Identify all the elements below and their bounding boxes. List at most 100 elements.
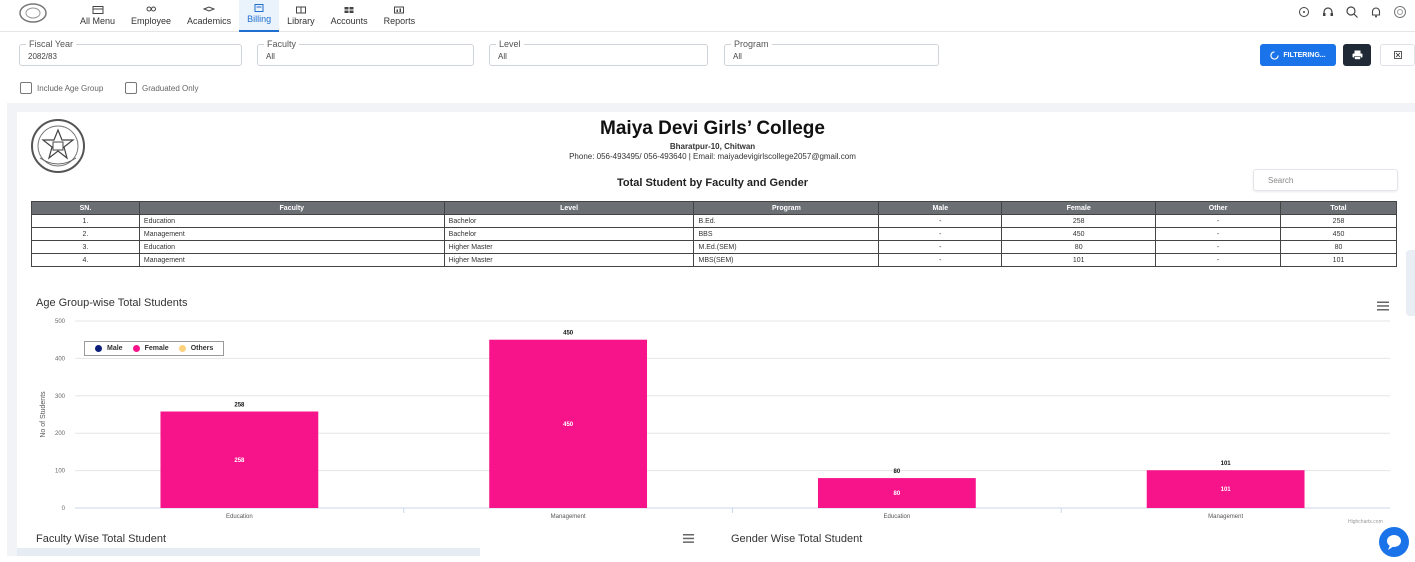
nav-item-library[interactable]: Library xyxy=(279,0,323,32)
y-tick-label: 400 xyxy=(55,356,66,362)
nav-right-icons xyxy=(1297,5,1407,19)
y-tick-label: 0 xyxy=(62,506,66,512)
filter-button[interactable]: FILTERING... xyxy=(1260,44,1336,66)
faculty-select[interactable]: Faculty All xyxy=(257,39,474,66)
nav-item-academics[interactable]: Academics xyxy=(179,0,239,32)
nav-item-all-menu[interactable]: All Menu xyxy=(72,0,123,32)
column-header[interactable]: Male xyxy=(878,201,1003,215)
fiscal-year-value: 2082/83 xyxy=(28,52,57,61)
table-cell: 2. xyxy=(31,227,140,241)
program-label: Program xyxy=(731,39,772,49)
x-tick-label: Education xyxy=(226,514,253,520)
nav-item-accounts[interactable]: Accounts xyxy=(323,0,376,32)
nav-item-label: Reports xyxy=(383,16,416,26)
include-age-group-label: Include Age Group xyxy=(37,83,104,93)
nav-item-billing[interactable]: Billing xyxy=(239,0,280,32)
table-cell: Education xyxy=(138,214,445,228)
nav-item-reports[interactable]: Reports xyxy=(376,0,424,32)
x-tick-label: Management xyxy=(1208,514,1243,520)
table-cell: MBS(SEM) xyxy=(693,253,880,267)
search-input[interactable] xyxy=(1254,170,1397,191)
table-cell: 258 xyxy=(1280,214,1397,228)
export-excel-button[interactable] xyxy=(1380,44,1415,66)
table-row: 4. Management Higher Master MBS(SEM) -101-10… xyxy=(31,253,1397,267)
table-cell: 450 xyxy=(1280,227,1397,241)
chat-icon xyxy=(1387,535,1401,550)
search-field[interactable] xyxy=(1253,169,1398,191)
graduation-cap-icon xyxy=(203,6,216,12)
report-table: SN. Faculty Level Program Male Female Other Tot… xyxy=(31,201,1397,267)
table-cell: Bachelor xyxy=(443,214,695,228)
table-header-row: SN. Faculty Level Program Male Female Other Tot… xyxy=(31,201,1397,215)
table-cell: 1. xyxy=(31,214,140,228)
checkbox-box[interactable] xyxy=(20,82,32,94)
bar-total-label: 101 xyxy=(1221,461,1232,467)
bar-value-label: 80 xyxy=(894,491,901,497)
print-button[interactable] xyxy=(1343,44,1371,66)
bell-icon[interactable] xyxy=(1369,5,1383,19)
college-contact: Phone: 056-493495/ 056-493640 | Email: m… xyxy=(569,152,856,161)
chart-menu-icon[interactable] xyxy=(683,534,694,543)
nav-item-label: Accounts xyxy=(330,16,368,26)
checkbox-box[interactable] xyxy=(125,82,137,94)
program-select[interactable]: Program All xyxy=(724,39,939,66)
y-tick-label: 500 xyxy=(55,319,66,325)
table-cell: 450 xyxy=(1001,227,1157,241)
table-cell: - xyxy=(1155,227,1282,241)
headset-icon[interactable] xyxy=(1321,5,1335,19)
table-cell: 3. xyxy=(31,240,140,254)
nav-item-label: Employee xyxy=(131,16,172,26)
gender-wise-title: Gender Wise Total Student xyxy=(731,533,863,545)
level-select[interactable]: Level All xyxy=(489,39,708,66)
nav-item-employee[interactable]: Employee xyxy=(123,0,179,32)
y-tick-label: 200 xyxy=(55,431,66,437)
x-tick-label: Education xyxy=(884,514,911,520)
table-cell: Management xyxy=(138,253,445,267)
book-icon xyxy=(295,6,306,14)
column-header[interactable]: SN. xyxy=(31,201,140,215)
loading-spinner-icon xyxy=(1270,50,1280,60)
column-header[interactable]: Faculty xyxy=(138,201,445,215)
column-header[interactable]: Female xyxy=(1001,201,1157,215)
table-cell: - xyxy=(1155,240,1282,254)
nav-item-label: Library xyxy=(287,16,315,26)
college-address: Bharatpur-10, Chitwan xyxy=(669,142,756,151)
bar-total-label: 450 xyxy=(563,331,574,337)
excel-icon xyxy=(1393,51,1402,59)
column-header[interactable]: Level xyxy=(443,201,695,215)
chat-button[interactable] xyxy=(1379,527,1409,557)
column-header[interactable]: Program xyxy=(693,201,880,215)
grid-icon xyxy=(92,6,103,14)
legend-item-male[interactable]: Male xyxy=(95,345,123,352)
table-cell: Higher Master xyxy=(443,253,695,267)
scroll-strip xyxy=(17,548,480,556)
legend-label: Female xyxy=(144,345,169,352)
bar-total-label: 80 xyxy=(894,469,901,475)
fiscal-year-select[interactable]: Fiscal Year 2082/83 xyxy=(19,39,242,66)
nav-item-label: Billing xyxy=(247,14,272,24)
y-tick-label: 100 xyxy=(55,469,66,475)
user-logo-icon[interactable] xyxy=(1393,5,1407,19)
table-row: 1. Education Bachelor B.Ed. -258-258 xyxy=(31,214,1397,228)
sync-icon[interactable] xyxy=(1297,5,1311,19)
faculty-label: Faculty xyxy=(264,39,300,49)
table-cell: Education xyxy=(138,240,445,254)
faculty-value: All xyxy=(266,52,275,61)
table-cell: 4. xyxy=(31,253,140,267)
table-cell: M.Ed.(SEM) xyxy=(693,240,880,254)
chart-legend: Male Female Others xyxy=(84,341,225,356)
side-drawer-handle[interactable] xyxy=(1406,250,1415,316)
graduated-only-label: Graduated Only xyxy=(142,83,199,93)
search-icon[interactable] xyxy=(1345,5,1359,19)
top-navigation: All Menu Employee Academics Billing Library A… xyxy=(0,0,1415,32)
table-cell: 80 xyxy=(1280,240,1397,254)
table-cell: - xyxy=(878,240,1003,254)
column-header[interactable]: Other xyxy=(1155,201,1282,215)
column-header[interactable]: Total xyxy=(1280,201,1397,215)
legend-item-others[interactable]: Others xyxy=(178,345,213,352)
graduated-only-checkbox[interactable]: Graduated Only xyxy=(125,82,198,94)
table-cell: 101 xyxy=(1001,253,1157,267)
college-logo-icon[interactable] xyxy=(18,2,48,24)
include-age-group-checkbox[interactable]: Include Age Group xyxy=(20,82,103,94)
legend-item-female[interactable]: Female xyxy=(132,345,169,352)
